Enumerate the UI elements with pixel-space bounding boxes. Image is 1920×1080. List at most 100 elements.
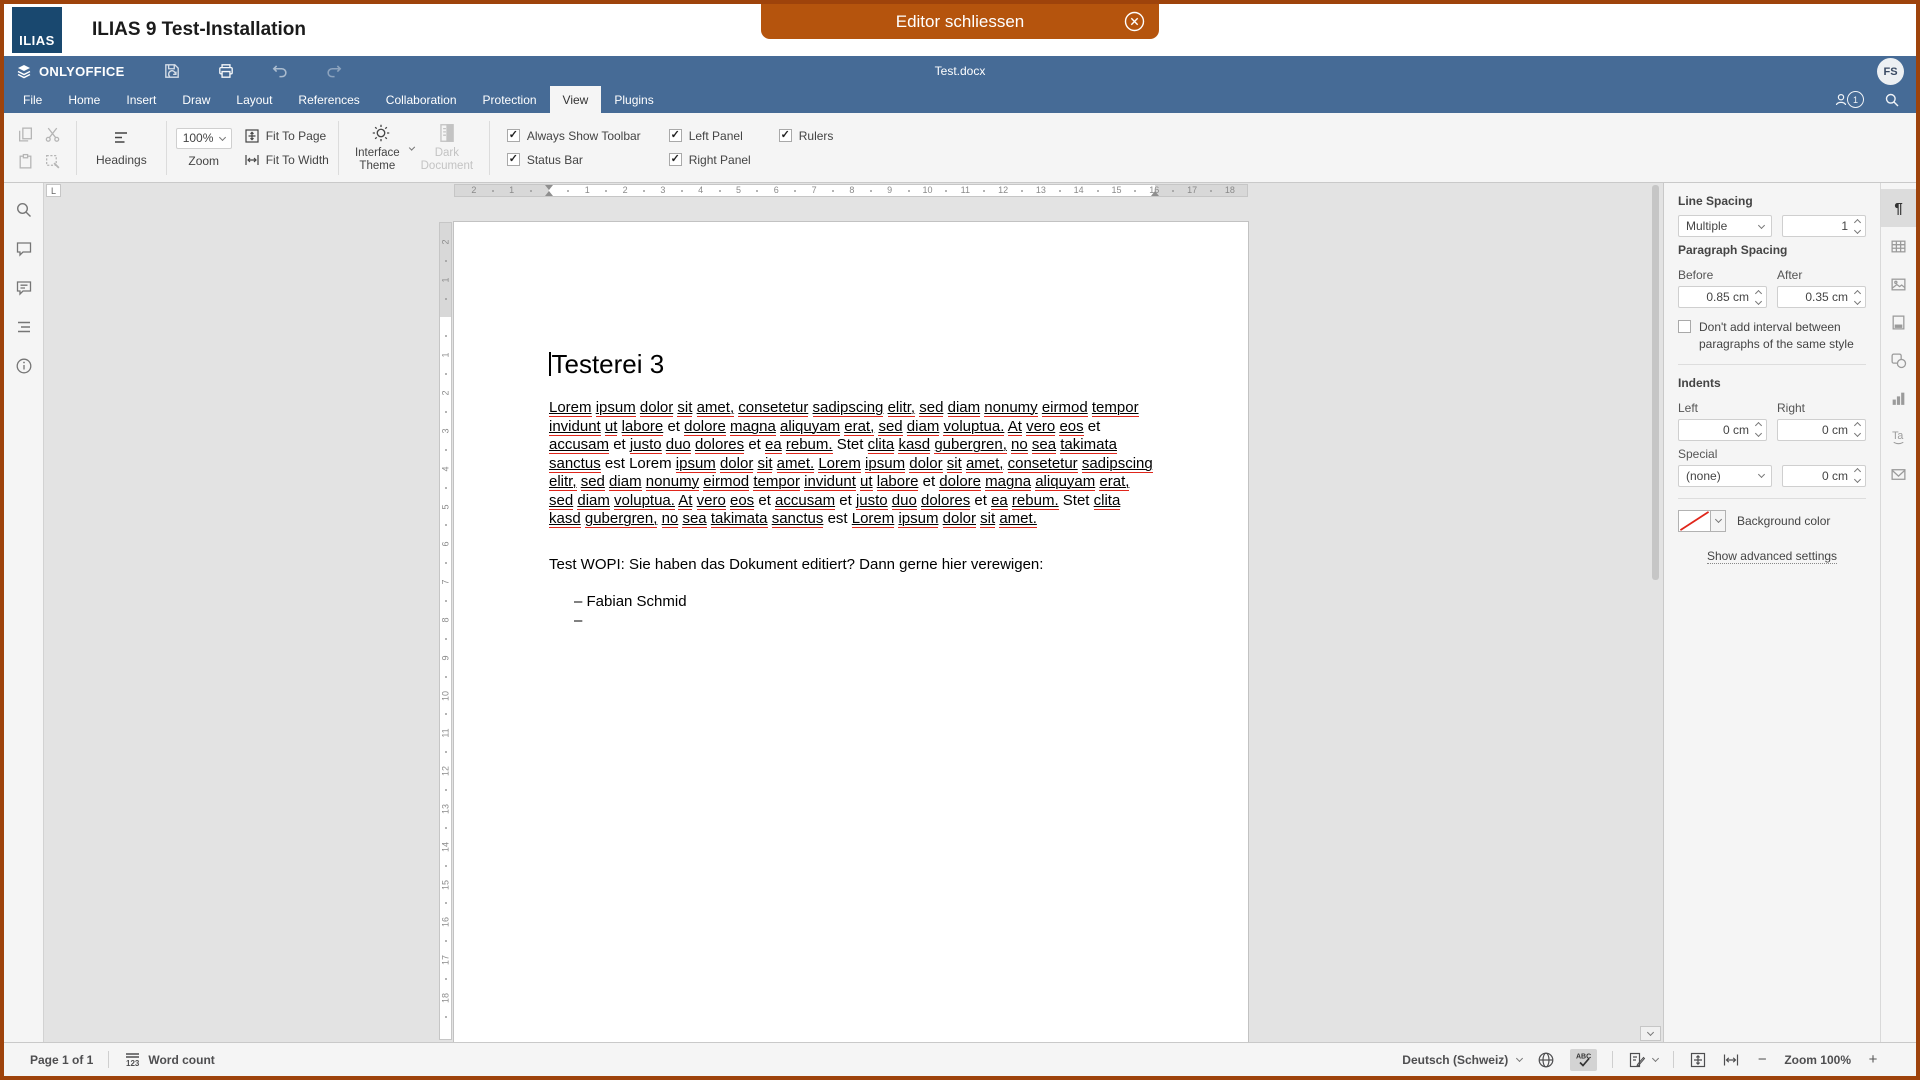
line-spacing-select[interactable]: Multiple xyxy=(1678,215,1772,237)
copy-icon[interactable] xyxy=(17,126,34,143)
select-all-icon[interactable] xyxy=(44,153,61,170)
interface-theme-button[interactable]: Interface Theme xyxy=(348,122,414,173)
comments-icon[interactable] xyxy=(15,240,33,258)
ruler-number: 7 xyxy=(441,577,451,588)
word: takimata xyxy=(1060,436,1117,454)
text-art-settings-tab[interactable]: Ta xyxy=(1881,417,1916,455)
spinner-arrows-icon[interactable] xyxy=(1756,423,1761,436)
close-editor-button[interactable]: Editor schliessen xyxy=(761,4,1159,39)
line-spacing-multiple-spinner[interactable]: 1 xyxy=(1782,215,1867,237)
zoom-in-button[interactable]: + xyxy=(1866,1051,1880,1068)
navigation-icon[interactable] xyxy=(15,318,33,336)
page-indicator[interactable]: Page 1 of 1 xyxy=(30,1053,93,1067)
tab-view[interactable]: View xyxy=(550,86,602,113)
spinner-arrows-icon[interactable] xyxy=(1855,469,1860,482)
word: erat, xyxy=(1099,473,1129,491)
tab-plugins[interactable]: Plugins xyxy=(601,86,666,113)
status-bar-checkbox[interactable]: ✓ Status Bar xyxy=(507,153,641,167)
tab-file[interactable]: File xyxy=(10,86,55,113)
spacing-after-spinner[interactable]: 0.35 cm xyxy=(1777,286,1866,308)
indent-left-spinner[interactable]: 0 cm xyxy=(1678,419,1767,441)
special-select[interactable]: (none) xyxy=(1678,465,1772,487)
word: et xyxy=(748,436,761,453)
tab-insert[interactable]: Insert xyxy=(113,86,169,113)
find-icon[interactable] xyxy=(15,201,33,219)
first-line-indent-marker[interactable] xyxy=(545,185,553,190)
word-count-button[interactable]: 123 Word count xyxy=(124,1051,214,1068)
signature-lines[interactable]: – Fabian Schmid– xyxy=(549,593,1154,630)
paragraph-settings-tab[interactable]: ¶ xyxy=(1881,189,1916,227)
save-icon[interactable] xyxy=(163,62,181,80)
shape-settings-tab[interactable] xyxy=(1881,341,1916,379)
header-footer-settings-tab[interactable] xyxy=(1881,303,1916,341)
fit-to-width-icon[interactable] xyxy=(1722,1051,1740,1069)
tab-home[interactable]: Home xyxy=(55,86,113,113)
ruler-number: 10 xyxy=(441,690,451,701)
horizontal-ruler[interactable]: 21123456789101112131415161718 xyxy=(454,184,1248,197)
zoom-indicator[interactable]: Zoom 100% xyxy=(1784,1053,1851,1067)
background-color-picker[interactable] xyxy=(1678,510,1726,532)
close-circle-icon[interactable] xyxy=(1124,11,1145,32)
word: At xyxy=(678,492,692,510)
fit-to-width-button[interactable]: Fit To Width xyxy=(244,152,329,168)
document-content[interactable]: Testerei 3 Lorem ipsum dolor sit amet, c… xyxy=(454,222,1248,630)
indent-right-spinner[interactable]: 0 cm xyxy=(1777,419,1866,441)
tab-collaboration[interactable]: Collaboration xyxy=(373,86,470,113)
spinner-arrows-icon[interactable] xyxy=(1855,220,1860,233)
spacing-before-spinner[interactable]: 0.85 cm xyxy=(1678,286,1767,308)
chat-icon[interactable] xyxy=(15,279,33,297)
zoom-out-button[interactable]: − xyxy=(1755,1051,1769,1068)
cut-icon[interactable] xyxy=(44,126,61,143)
scroll-down-button[interactable] xyxy=(1640,1026,1661,1041)
spinner-arrows-icon[interactable] xyxy=(1756,291,1761,304)
search-icon[interactable] xyxy=(1884,92,1900,108)
fit-to-page-button[interactable]: Fit To Page xyxy=(244,128,329,144)
indents-title: Indents xyxy=(1678,376,1866,390)
online-users-icon[interactable]: 1 xyxy=(1835,91,1864,108)
set-language-globe-icon[interactable] xyxy=(1537,1051,1555,1069)
same-style-interval-checkbox[interactable]: ✓ Don't add interval between paragraphs … xyxy=(1678,319,1866,353)
chart-settings-tab[interactable] xyxy=(1881,379,1916,417)
undo-icon[interactable] xyxy=(271,62,289,80)
headings-button[interactable]: Headings xyxy=(86,128,157,167)
hanging-indent-marker[interactable] xyxy=(545,191,553,196)
tab-protection[interactable]: Protection xyxy=(470,86,550,113)
language-selector[interactable]: Deutsch (Schweiz) xyxy=(1402,1053,1522,1067)
document-canvas[interactable]: L 21123456789101112131415161718 21123456… xyxy=(44,183,1663,1042)
document-page[interactable]: Testerei 3 Lorem ipsum dolor sit amet, c… xyxy=(454,222,1248,1042)
always-show-toolbar-checkbox[interactable]: ✓ Always Show Toolbar xyxy=(507,129,641,143)
spell-check-button[interactable]: ABC xyxy=(1570,1049,1597,1071)
about-icon[interactable] xyxy=(15,357,33,375)
mail-merge-tab[interactable] xyxy=(1881,455,1916,493)
track-changes-button[interactable] xyxy=(1628,1051,1658,1069)
tab-draw[interactable]: Draw xyxy=(169,86,223,113)
tab-stop-selector[interactable]: L xyxy=(46,184,61,197)
table-settings-tab[interactable] xyxy=(1881,227,1916,265)
word: sea xyxy=(682,510,706,528)
fit-to-page-icon[interactable] xyxy=(1689,1051,1707,1069)
word-count-label: Word count xyxy=(148,1053,214,1067)
tab-layout[interactable]: Layout xyxy=(223,86,285,113)
right-panel-checkbox[interactable]: ✓ Right Panel xyxy=(669,153,751,167)
chevron-down-icon xyxy=(1757,221,1764,228)
print-icon[interactable] xyxy=(217,62,235,80)
spinner-arrows-icon[interactable] xyxy=(1855,291,1860,304)
wopi-paragraph[interactable]: Test WOPI: Sie haben das Dokument editie… xyxy=(549,556,1154,575)
vertical-scrollbar-thumb[interactable] xyxy=(1652,185,1659,580)
panel-divider xyxy=(1678,364,1866,365)
lorem-paragraph[interactable]: Lorem ipsum dolor sit amet, consetetur s… xyxy=(549,399,1154,529)
image-settings-tab[interactable] xyxy=(1881,265,1916,303)
zoom-value-dropdown[interactable]: 100% xyxy=(176,128,232,149)
vertical-ruler[interactable]: 21123456789101112131415161718 xyxy=(439,222,452,1040)
document-heading[interactable]: Testerei 3 xyxy=(549,349,1154,380)
paste-icon[interactable] xyxy=(17,153,34,170)
rulers-checkbox[interactable]: ✓ Rulers xyxy=(779,129,834,143)
word: sit xyxy=(757,455,772,473)
tab-references[interactable]: References xyxy=(285,86,372,113)
show-advanced-settings-link[interactable]: Show advanced settings xyxy=(1707,549,1837,564)
user-avatar[interactable]: FS xyxy=(1877,58,1904,85)
special-by-spinner[interactable]: 0 cm xyxy=(1782,465,1867,487)
left-panel-checkbox[interactable]: ✓ Left Panel xyxy=(669,129,751,143)
redo-icon[interactable] xyxy=(325,62,343,80)
spinner-arrows-icon[interactable] xyxy=(1855,423,1860,436)
